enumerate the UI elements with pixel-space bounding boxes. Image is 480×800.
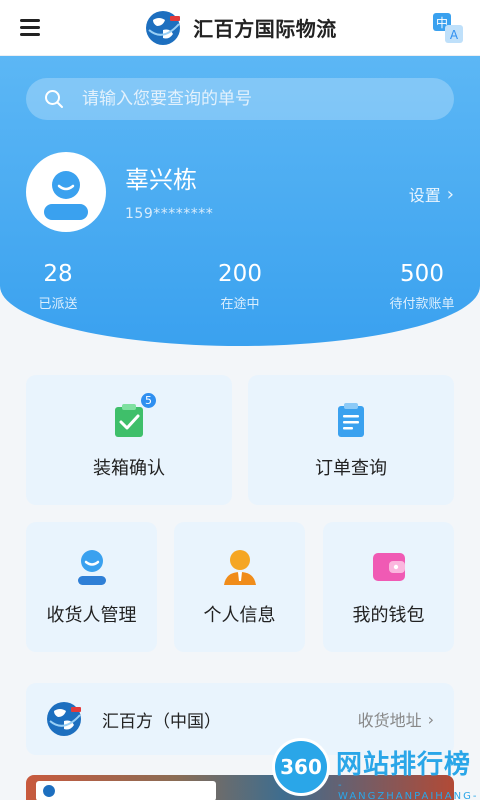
translate-zh-en-icon[interactable]: 中 A [432,12,464,44]
user-phone: 159******** [125,206,214,222]
order-query-card[interactable]: 订单查询 [248,375,454,505]
globe-logo-icon [43,785,55,797]
app-title: 汇百方国际物流 [193,17,337,41]
stat-label: 待付款账单 [389,297,455,312]
shipping-address-label: 收货地址 [357,711,422,730]
stat-value: 500 [400,261,444,287]
brand: 汇百方国际物流 [143,8,337,48]
wallet-card[interactable]: 我的钱包 [323,522,454,652]
order-query-icon [338,403,364,437]
search-icon [45,90,63,108]
translate-en-glyph: A [450,28,459,42]
address-company-name: 汇百方（中国） [102,711,221,732]
banner-logo-strip [36,781,216,800]
stat-value: 28 [43,261,73,287]
card-label: 收货人管理 [46,605,137,626]
personal-info-card[interactable]: 个人信息 [174,522,305,652]
stat-unpaid-bills[interactable]: 500 待付款账单 [342,261,480,312]
stat-in-transit[interactable]: 200 在途中 [160,261,320,312]
card-label: 装箱确认 [93,458,165,479]
top-bar: 汇百方国际物流 中 A [0,0,480,56]
watermark-subtitle: -WANGZHANPAIHANG- [338,780,479,800]
chevron-right-icon: › [446,183,454,205]
globe-logo-icon [146,10,181,45]
wallet-icon [372,553,405,581]
card-label: 个人信息 [203,605,276,626]
settings-link[interactable]: 设置 › [409,182,454,206]
watermark: 360 网站排行榜 -WANGZHANPAIHANG- [272,738,480,800]
watermark-badge: 360 [272,738,330,796]
consignee-icon [77,550,106,585]
user-name: 辜兴栋 [125,166,197,194]
stat-delivered[interactable]: 28 已派送 [0,261,138,312]
watermark-title: 网站排行榜 [336,750,472,780]
settings-label: 设置 [408,186,441,205]
notification-badge: 5 [140,392,157,409]
hamburger-menu-icon[interactable] [20,19,40,36]
stat-label: 已派送 [38,297,78,312]
stat-value: 200 [218,261,262,287]
stats-row: 28 已派送 200 在途中 500 待付款账单 [0,261,480,312]
profile-hero: 辜兴栋 159******** 设置 › 28 已派送 200 在途中 500 … [0,56,480,346]
chevron-right-icon: › [427,709,434,729]
globe-logo-icon [47,702,81,736]
stat-label: 在途中 [220,297,260,312]
search-bar[interactable] [26,78,454,120]
personal-info-icon [223,550,256,585]
shipping-address-link[interactable]: 收货地址 › [358,707,434,731]
packing-confirm-card[interactable]: 5 装箱确认 [26,375,232,505]
card-label: 我的钱包 [352,605,425,626]
avatar[interactable] [26,152,106,232]
search-input[interactable] [82,89,422,109]
consignee-management-card[interactable]: 收货人管理 [26,522,157,652]
user-avatar-icon [44,171,88,220]
card-label: 订单查询 [315,458,387,479]
